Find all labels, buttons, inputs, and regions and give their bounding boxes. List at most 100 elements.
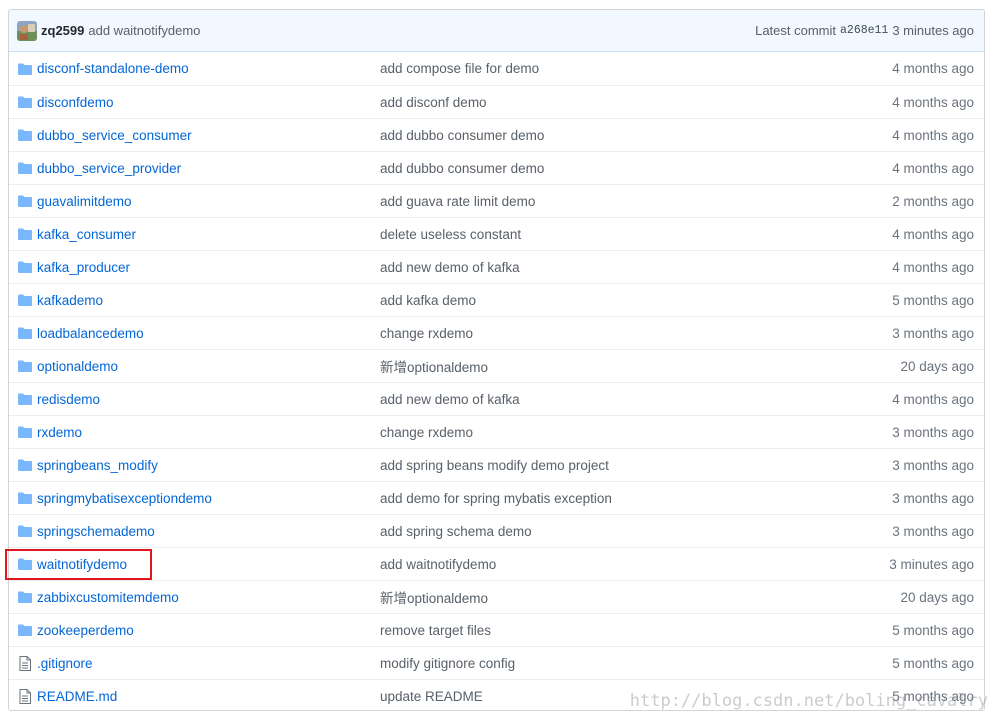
commit-age: 4 months ago [892,259,974,275]
folder-icon [17,226,33,242]
file-name-link[interactable]: guavalimitdemo [37,194,380,209]
folder-icon [17,523,33,539]
commit-time: 3 minutes ago [892,23,974,38]
commit-message-link[interactable]: add waitnotifydemo [88,23,200,38]
file-name-link[interactable]: kafkademo [37,293,380,308]
file-row: disconfdemo add disconf demo 4 months ago [9,85,984,118]
file-row: dubbo_service_provider add dubbo consumer… [9,151,984,184]
commit-age: 4 months ago [892,391,974,407]
commit-message-link[interactable]: add waitnotifydemo [380,557,889,572]
folder-icon [17,292,33,308]
commit-age: 2 months ago [892,193,974,209]
folder-icon [17,589,33,605]
commit-message-link[interactable]: add dubbo consumer demo [380,128,892,143]
file-name-link[interactable]: springbeans_modify [37,458,380,473]
file-name-link[interactable]: .gitignore [37,656,380,671]
file-name-link[interactable]: README.md [37,689,380,704]
commit-message-link[interactable]: remove target files [380,623,892,638]
file-row: redisdemo add new demo of kafka 4 months a… [9,382,984,415]
commit-message-link[interactable]: add new demo of kafka [380,260,892,275]
file-name-link[interactable]: loadbalancedemo [37,326,380,341]
file-row: zabbixcustomitemdemo 新增optionaldemo 20 day… [9,580,984,613]
commit-message-link[interactable]: add spring schema demo [380,524,892,539]
folder-icon [17,490,33,506]
file-row: README.md update README 5 months ago [9,679,984,710]
file-row: kafka_consumer delete useless constant 4 m… [9,217,984,250]
file-row: optionaldemo 新增optionaldemo 20 days ago [9,349,984,382]
commit-message-link[interactable]: change rxdemo [380,326,892,341]
commit-message-link[interactable]: add spring beans modify demo project [380,458,892,473]
commit-age: 5 months ago [892,292,974,308]
commit-message-link[interactable]: add demo for spring mybatis exception [380,491,892,506]
file-name-link[interactable]: dubbo_service_consumer [37,128,380,143]
commit-age: 20 days ago [900,358,974,374]
file-row: rxdemo change rxdemo 3 months ago [9,415,984,448]
file-row: waitnotifydemo add waitnotifydemo 3 minute… [9,547,984,580]
folder-icon [17,259,33,275]
folder-icon [17,556,33,572]
file-name-link[interactable]: waitnotifydemo [37,557,380,572]
commit-age: 4 months ago [892,127,974,143]
commit-message-link[interactable]: add new demo of kafka [380,392,892,407]
file-name-link[interactable]: redisdemo [37,392,380,407]
commit-age: 5 months ago [892,688,974,704]
commit-message-link[interactable]: update README [380,689,892,704]
commit-age: 4 months ago [892,94,974,110]
commit-message-link[interactable]: add dubbo consumer demo [380,161,892,176]
commit-meta: Latest commit a268e11 3 minutes ago [755,23,974,38]
commit-age: 5 months ago [892,622,974,638]
file-list: disconf-standalone-demo add compose file … [9,52,984,710]
file-name-link[interactable]: springmybatisexceptiondemo [37,491,380,506]
commit-message-link[interactable]: 新增optionaldemo [380,356,900,376]
file-name-link[interactable]: rxdemo [37,425,380,440]
commit-age: 3 minutes ago [889,556,974,572]
file-browser-panel: zq2599 add waitnotifydemo Latest commit … [8,9,985,711]
commit-message-link[interactable]: add disconf demo [380,95,892,110]
file-name-link[interactable]: kafka_producer [37,260,380,275]
file-row: springbeans_modify add spring beans modif… [9,448,984,481]
commit-message-link[interactable]: change rxdemo [380,425,892,440]
avatar[interactable] [17,20,37,41]
file-row: springmybatisexceptiondemo add demo for s… [9,481,984,514]
file-icon [17,655,33,671]
file-name-link[interactable]: kafka_consumer [37,227,380,242]
commit-message-link[interactable]: 新增optionaldemo [380,587,900,607]
file-name-link[interactable]: disconfdemo [37,95,380,110]
commit-age: 4 months ago [892,160,974,176]
file-name-link[interactable]: zabbixcustomitemdemo [37,590,380,605]
file-row: guavalimitdemo add guava rate limit demo 2… [9,184,984,217]
commit-author-link[interactable]: zq2599 [41,23,84,38]
file-row: kafkademo add kafka demo 5 months ago [9,283,984,316]
folder-icon [17,160,33,176]
file-row: loadbalancedemo change rxdemo 3 months ago [9,316,984,349]
file-row: disconf-standalone-demo add compose file … [9,52,984,85]
commit-age: 4 months ago [892,226,974,242]
file-name-link[interactable]: disconf-standalone-demo [37,61,380,76]
folder-icon [17,193,33,209]
commit-age: 4 months ago [892,61,974,76]
commit-message-link[interactable]: add compose file for demo [380,61,892,76]
file-name-link[interactable]: zookeeperdemo [37,623,380,638]
file-row: kafka_producer add new demo of kafka 4 mon… [9,250,984,283]
commit-age: 5 months ago [892,655,974,671]
folder-icon [17,391,33,407]
folder-icon [17,457,33,473]
commit-age: 3 months ago [892,490,974,506]
file-row: dubbo_service_consumer add dubbo consumer… [9,118,984,151]
folder-icon [17,325,33,341]
commit-message-link[interactable]: delete useless constant [380,227,892,242]
file-name-link[interactable]: dubbo_service_provider [37,161,380,176]
latest-commit-bar: zq2599 add waitnotifydemo Latest commit … [9,10,984,52]
commit-sha-link[interactable]: a268e11 [840,24,888,37]
commit-message-link[interactable]: modify gitignore config [380,656,892,671]
file-name-link[interactable]: optionaldemo [37,359,380,374]
commit-age: 3 months ago [892,457,974,473]
commit-message-link[interactable]: add kafka demo [380,293,892,308]
file-row: .gitignore modify gitignore config 5 month… [9,646,984,679]
folder-icon [17,94,33,110]
commit-message-link[interactable]: add guava rate limit demo [380,194,892,209]
commit-age: 20 days ago [900,589,974,605]
file-name-link[interactable]: springschemademo [37,524,380,539]
file-row: zookeeperdemo remove target files 5 months… [9,613,984,646]
commit-age: 3 months ago [892,523,974,539]
